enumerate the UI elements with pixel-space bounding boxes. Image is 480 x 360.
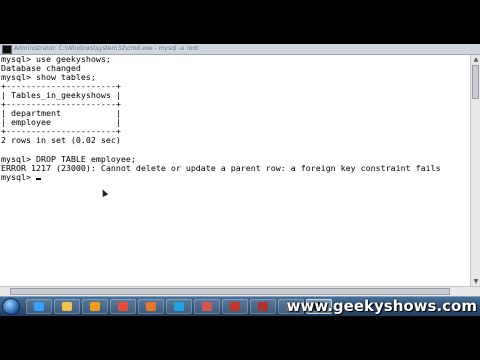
console-line: ERROR 1217 (23000): Cannot delete or upd… <box>1 162 441 173</box>
paint-icon[interactable] <box>194 299 220 314</box>
firefox-icon-glyph <box>146 302 156 311</box>
vertical-scrollbar[interactable]: ▲ ▼ <box>470 55 480 286</box>
horizontal-scrollbar[interactable] <box>0 286 480 296</box>
scroll-down-icon[interactable]: ▼ <box>472 277 480 286</box>
skype-icon[interactable] <box>166 299 192 314</box>
chrome-icon[interactable] <box>110 299 136 314</box>
skype-icon-glyph <box>174 302 184 311</box>
media-player-icon[interactable] <box>82 299 108 314</box>
ie-icon-glyph <box>34 302 44 311</box>
folder-icon-glyph <box>62 302 72 311</box>
acrobat-icon[interactable] <box>250 299 276 314</box>
cmd-icon <box>2 45 12 54</box>
pdf-icon[interactable] <box>222 299 248 314</box>
start-orb-icon[interactable] <box>2 298 20 315</box>
acrobat-icon-glyph <box>258 302 268 311</box>
scroll-up-icon[interactable]: ▲ <box>472 55 480 64</box>
console-prompt: mysql> <box>1 171 36 182</box>
window-title: Administrator: C:\Windows\system32\cmd.e… <box>14 45 199 52</box>
text-cursor <box>35 177 41 180</box>
scroll-thumb[interactable] <box>472 65 479 99</box>
horizontal-scroll-thumb[interactable] <box>10 288 450 295</box>
console-line: 2 rows in set (0.02 sec) <box>1 135 121 146</box>
ie-icon[interactable] <box>26 299 52 314</box>
console-title-bar: Administrator: C:\Windows\system32\cmd.e… <box>0 44 480 55</box>
folder-icon[interactable] <box>54 299 80 314</box>
console-text: mysql> use geekyshows; Database changed … <box>0 55 470 182</box>
media-player-icon-glyph <box>90 302 100 311</box>
firefox-icon[interactable] <box>138 299 164 314</box>
chrome-icon-glyph <box>118 302 128 311</box>
watermark: www.geekyshows.com <box>286 297 477 315</box>
console-output[interactable]: mysql> use geekyshows; Database changed … <box>0 55 470 286</box>
pdf-icon-glyph <box>230 302 240 311</box>
paint-icon-glyph <box>202 302 212 311</box>
